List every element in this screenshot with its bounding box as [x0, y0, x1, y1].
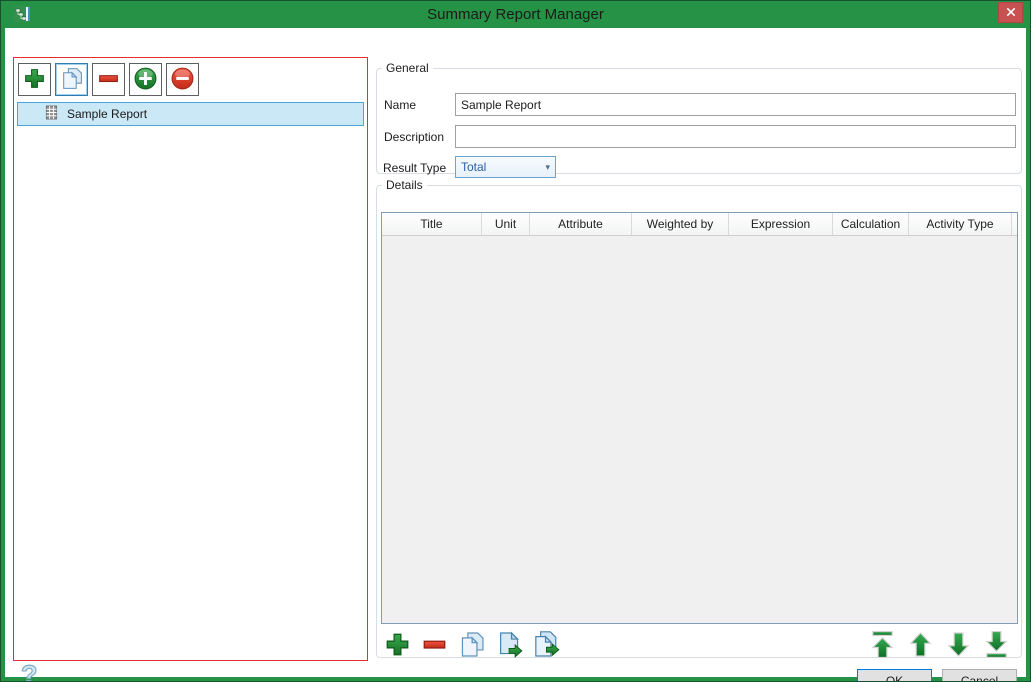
cancel-button[interactable]: Cancel [942, 669, 1017, 681]
column-header-expression[interactable]: Expression [729, 213, 833, 235]
remove-circle-button[interactable] [166, 63, 199, 96]
column-header-unit[interactable]: Unit [482, 213, 530, 235]
close-button[interactable] [998, 2, 1023, 23]
report-grid-icon [45, 105, 58, 123]
import-rows-button[interactable] [530, 631, 561, 662]
add-circle-icon [133, 66, 158, 94]
window-title: Summary Report Manager [427, 6, 604, 23]
report-list[interactable]: Sample Report [15, 102, 366, 659]
summary-report-manager-window: Summary Report Manager Sample Report Gen… [0, 0, 1031, 682]
move-up-button[interactable] [905, 631, 936, 662]
close-icon [1006, 5, 1016, 20]
add-icon [383, 630, 412, 662]
details-grid: Title Unit Attribute Weighted by Express… [381, 212, 1018, 624]
remove-report-button[interactable] [92, 63, 125, 96]
general-legend: General [386, 61, 429, 75]
remove-row-button[interactable] [419, 631, 450, 662]
general-group: General Name Description Result Type Tot… [376, 61, 1022, 178]
documents-arrow-icon [531, 630, 560, 662]
column-header-weighted-by[interactable]: Weighted by [632, 213, 729, 235]
column-header-activity-type[interactable]: Activity Type [909, 213, 1012, 235]
row-move-group [867, 631, 1012, 662]
description-field[interactable] [455, 125, 1016, 148]
titlebar: Summary Report Manager [1, 1, 1030, 28]
column-header-attribute[interactable]: Attribute [530, 213, 632, 235]
move-down-button[interactable] [943, 631, 974, 662]
report-list-panel: Sample Report [13, 57, 368, 661]
add-row-button[interactable] [382, 631, 413, 662]
help-icon[interactable]: ? [20, 661, 38, 681]
arrow-bottom-icon [982, 630, 1011, 662]
add-circle-button[interactable] [129, 63, 162, 96]
copy-icon [457, 630, 486, 662]
report-toolbar [14, 58, 367, 96]
description-label: Description [384, 130, 445, 144]
name-label: Name [384, 98, 417, 112]
name-field[interactable] [455, 93, 1016, 116]
add-icon [22, 66, 47, 94]
arrow-down-icon [944, 630, 973, 662]
result-type-value: Total [461, 160, 487, 174]
list-item-sample-report[interactable]: Sample Report [17, 102, 364, 126]
row-edit-group [382, 631, 561, 662]
move-bottom-button[interactable] [981, 631, 1012, 662]
details-toolbar [382, 628, 1012, 664]
details-grid-body [382, 236, 1017, 623]
result-type-dropdown[interactable]: Total ▾ [455, 156, 556, 178]
column-header-filler [1012, 213, 1017, 235]
result-type-label: Result Type [383, 161, 447, 175]
dialog-body: Sample Report General Name Description R… [5, 28, 1026, 681]
copy-report-button[interactable] [55, 63, 88, 96]
details-grid-header: Title Unit Attribute Weighted by Express… [382, 213, 1017, 236]
copy-row-button[interactable] [456, 631, 487, 662]
remove-circle-icon [170, 66, 195, 94]
column-header-calculation[interactable]: Calculation [833, 213, 909, 235]
ok-button[interactable]: OK [857, 669, 932, 681]
remove-icon [96, 66, 121, 94]
arrow-top-icon [868, 630, 897, 662]
document-arrow-icon [494, 630, 523, 662]
column-header-title[interactable]: Title [382, 213, 482, 235]
copy-icon [59, 66, 84, 94]
move-top-button[interactable] [867, 631, 898, 662]
details-group: Details Title Unit Attribute Weighted by… [376, 178, 1022, 658]
chevron-down-icon: ▾ [545, 161, 550, 172]
import-row-button[interactable] [493, 631, 524, 662]
arrow-up-icon [906, 630, 935, 662]
details-legend: Details [386, 178, 423, 192]
add-report-button[interactable] [18, 63, 51, 96]
list-item-label: Sample Report [67, 107, 148, 121]
remove-icon [420, 630, 449, 662]
